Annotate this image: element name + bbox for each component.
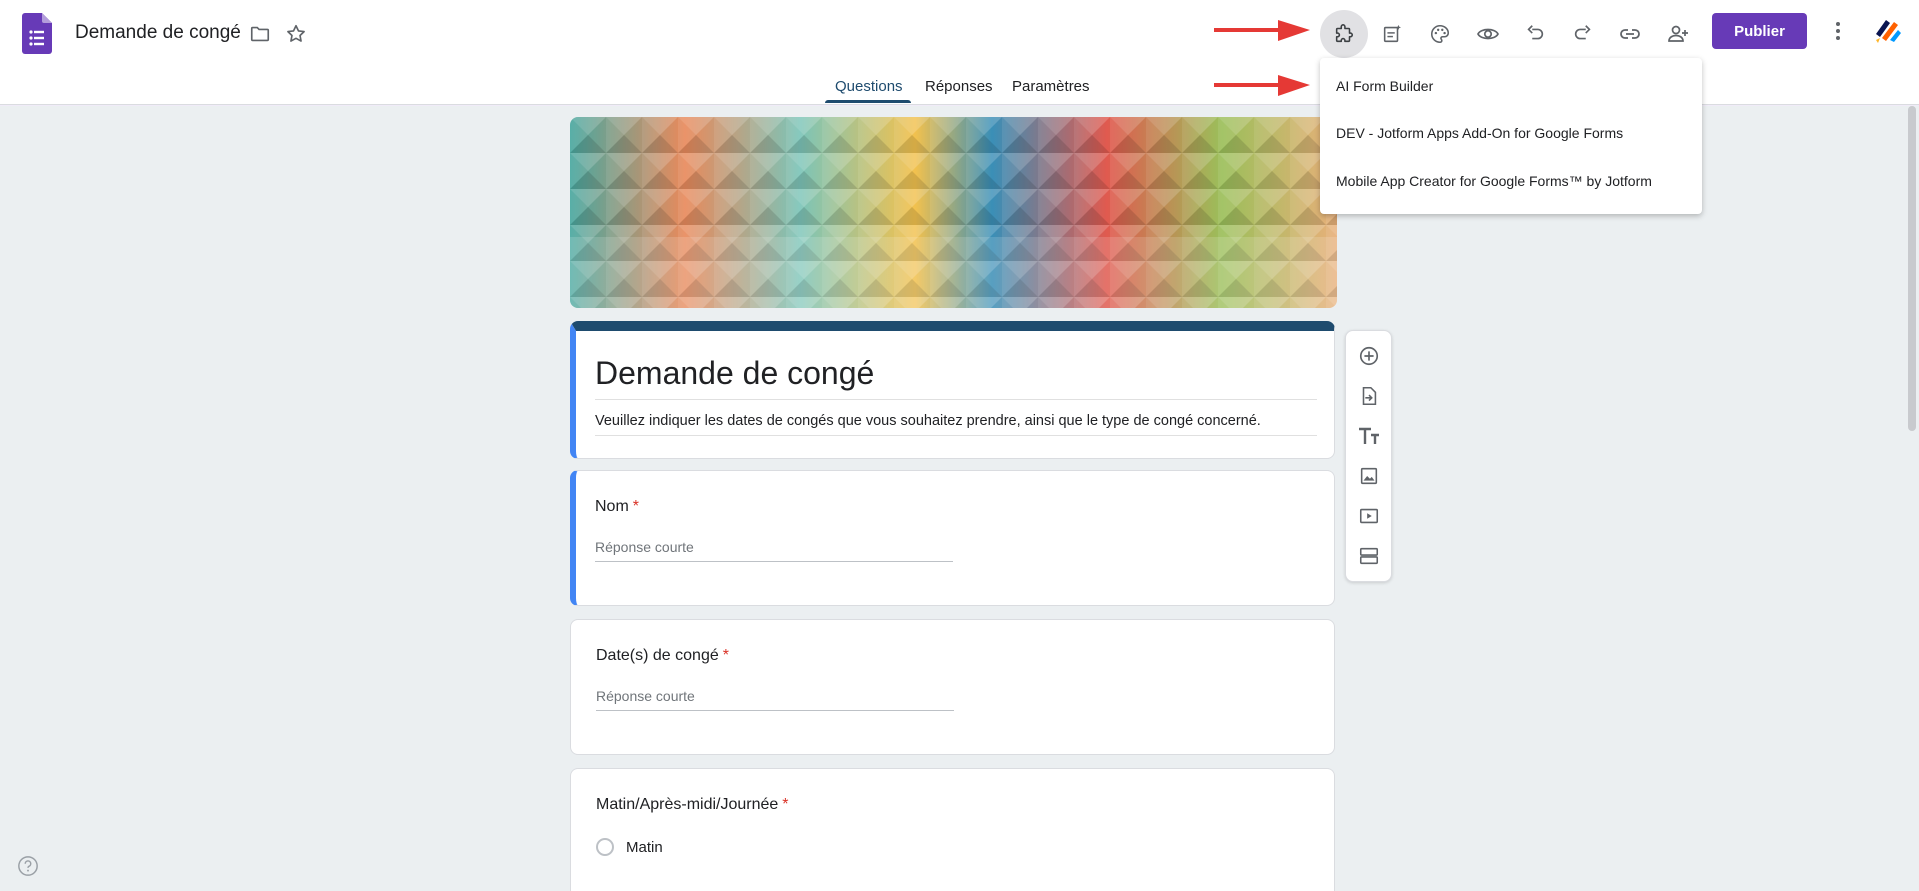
addons-button[interactable] xyxy=(1320,10,1368,58)
image-icon xyxy=(1360,467,1378,485)
add-video-button[interactable] xyxy=(1355,502,1383,530)
redo-icon xyxy=(1574,25,1591,40)
customize-form-button[interactable] xyxy=(1368,10,1416,58)
help-icon[interactable] xyxy=(17,855,39,877)
active-tab-indicator xyxy=(825,100,911,103)
puzzle-piece-icon xyxy=(1335,24,1354,43)
move-to-folder-icon[interactable] xyxy=(246,20,274,48)
menu-item-mobile-app-creator[interactable]: Mobile App Creator for Google Forms™ by … xyxy=(1336,173,1652,189)
add-collaborators-button[interactable] xyxy=(1654,10,1702,58)
form-title-card[interactable]: Demande de congé Veuillez indiquer les d… xyxy=(570,321,1335,459)
add-circle-icon xyxy=(1359,346,1379,366)
tab-questions[interactable]: Questions xyxy=(835,78,903,95)
add-image-button[interactable] xyxy=(1355,462,1383,490)
title-divider xyxy=(595,399,1317,400)
undo-button[interactable] xyxy=(1511,10,1559,58)
section-icon xyxy=(1359,547,1379,565)
undo-icon xyxy=(1527,25,1544,40)
page-scrollbar[interactable] xyxy=(1908,106,1916,431)
radio-option-label: Matin xyxy=(626,838,663,856)
theme-button[interactable] xyxy=(1416,10,1464,58)
required-asterisk: * xyxy=(632,498,640,515)
import-questions-button[interactable] xyxy=(1355,382,1383,410)
star-icon[interactable] xyxy=(282,20,310,48)
more-options-button[interactable] xyxy=(1824,13,1852,49)
annotation-arrow-icon xyxy=(1214,75,1310,96)
radio-button[interactable] xyxy=(596,838,614,856)
question-card-dates[interactable]: Date(s) de congé * xyxy=(570,619,1335,755)
palette-icon xyxy=(1431,24,1450,44)
copy-link-button[interactable] xyxy=(1606,10,1654,58)
question-title[interactable]: Date(s) de congé * xyxy=(596,647,729,665)
radio-option[interactable]: Matin xyxy=(596,838,663,856)
jotform-account-avatar[interactable] xyxy=(1872,14,1904,46)
question-card-period[interactable]: Matin/Après-midi/Journée * Matin xyxy=(570,768,1335,891)
import-file-icon xyxy=(1362,386,1377,406)
form-description[interactable]: Veuillez indiquer les dates de congés qu… xyxy=(595,413,1261,429)
link-icon xyxy=(1620,29,1640,39)
form-sparkle-icon xyxy=(1383,24,1401,43)
person-add-icon xyxy=(1668,25,1688,42)
add-section-button[interactable] xyxy=(1355,542,1383,570)
eye-icon xyxy=(1477,28,1499,40)
video-icon xyxy=(1359,508,1379,524)
menu-item-ai-form-builder[interactable]: AI Form Builder xyxy=(1336,78,1433,94)
annotation-arrow-icon xyxy=(1214,20,1310,41)
header-image xyxy=(570,117,1337,308)
redo-button[interactable] xyxy=(1559,10,1607,58)
description-divider xyxy=(595,435,1317,436)
question-title[interactable]: Nom * xyxy=(595,498,639,516)
add-title-button[interactable] xyxy=(1355,422,1383,450)
question-card-nom[interactable]: Nom * xyxy=(570,470,1335,606)
question-toolbar xyxy=(1345,330,1392,582)
form-title[interactable]: Demande de congé xyxy=(595,355,874,392)
required-asterisk: * xyxy=(782,796,789,813)
short-answer-input[interactable] xyxy=(596,687,954,711)
tab-settings[interactable]: Paramètres xyxy=(1012,78,1090,95)
addons-menu: AI Form Builder DEV - Jotform Apps Add-O… xyxy=(1320,58,1702,214)
add-question-button[interactable] xyxy=(1355,342,1383,370)
required-asterisk: * xyxy=(722,647,729,664)
short-answer-input[interactable] xyxy=(595,538,953,562)
question-title[interactable]: Matin/Après-midi/Journée * xyxy=(596,796,789,814)
tab-responses[interactable]: Réponses xyxy=(925,78,993,95)
more-vert-icon xyxy=(1836,22,1840,40)
text-fields-icon xyxy=(1359,427,1379,444)
preview-button[interactable] xyxy=(1464,10,1512,58)
publish-button[interactable]: Publier xyxy=(1712,13,1807,49)
document-title[interactable]: Demande de congé xyxy=(75,22,241,44)
google-forms-logo-icon[interactable] xyxy=(22,13,52,54)
menu-item-jotform-apps[interactable]: DEV - Jotform Apps Add-On for Google For… xyxy=(1336,125,1623,141)
